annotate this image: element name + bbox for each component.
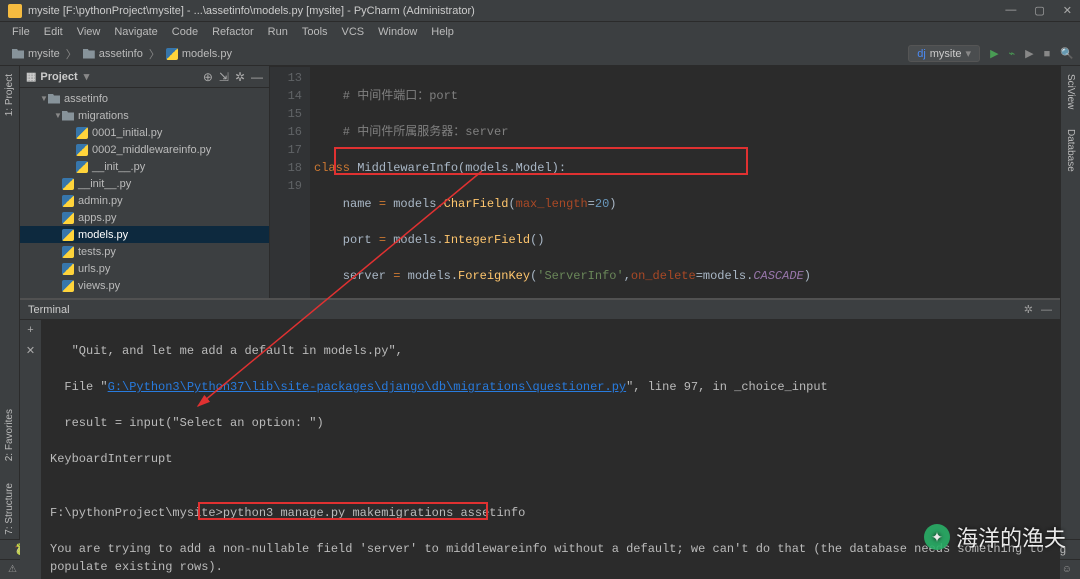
folder-icon	[48, 94, 60, 104]
project-tool-button[interactable]: 1: Project	[3, 70, 16, 120]
run-icon[interactable]: ▶	[990, 47, 998, 60]
project-title: Project	[40, 71, 77, 83]
left-toolwindow-bar: 1: Project 2: Favorites 7: Structure	[0, 66, 20, 539]
tree-item[interactable]: urls.py	[20, 260, 269, 277]
highlight-box-code	[334, 147, 748, 175]
tree-item[interactable]: ▼assetinfo	[20, 90, 269, 107]
python-file-icon	[76, 161, 88, 173]
sciview-tool-button[interactable]: SciView	[1064, 70, 1077, 113]
highlight-box-cmd	[198, 502, 488, 520]
tree-item[interactable]: models.py	[20, 226, 269, 243]
close-session-icon[interactable]: ✕	[26, 344, 35, 357]
project-panel: ▦Project▾ ⊕ ⇲ ✲ — ▼assetinfo▼migrations0…	[20, 66, 270, 298]
menu-code[interactable]: Code	[166, 24, 204, 40]
python-file-icon	[62, 212, 74, 224]
debug-icon[interactable]: ⌁	[1009, 47, 1016, 60]
hide-icon[interactable]: —	[251, 70, 263, 84]
titlebar: mysite [F:\pythonProject\mysite] - ...\a…	[0, 0, 1080, 22]
python-file-icon	[62, 195, 74, 207]
menu-window[interactable]: Window	[372, 24, 423, 40]
run-config-selector[interactable]: dj mysite ▾	[908, 45, 980, 62]
menu-run[interactable]: Run	[262, 24, 294, 40]
tree-item[interactable]: __init__.py	[20, 158, 269, 175]
project-tree[interactable]: ▼assetinfo▼migrations0001_initial.py0002…	[20, 88, 269, 298]
tree-item[interactable]: 0001_initial.py	[20, 124, 269, 141]
terminal-side-toolbar: + ✕	[20, 320, 42, 579]
menu-navigate[interactable]: Navigate	[108, 24, 163, 40]
python-file-icon	[76, 144, 88, 156]
search-icon[interactable]: 🔍	[1060, 47, 1074, 60]
menu-vcs[interactable]: VCS	[336, 24, 371, 40]
navbar: mysite 〉 assetinfo 〉 models.py dj mysite…	[0, 42, 1080, 66]
hector-icon[interactable]: ☺	[1062, 564, 1072, 575]
python-file-icon	[62, 263, 74, 275]
tree-item[interactable]: ▼migrations	[20, 107, 269, 124]
tree-item[interactable]: tests.py	[20, 243, 269, 260]
menu-edit[interactable]: Edit	[38, 24, 69, 40]
window-title: mysite [F:\pythonProject\mysite] - ...\a…	[28, 5, 1005, 17]
favorites-tool-button[interactable]: 2: Favorites	[3, 405, 16, 465]
tree-item[interactable]: admin.py	[20, 192, 269, 209]
breadcrumb[interactable]: mysite 〉 assetinfo 〉 models.py	[6, 46, 238, 62]
menu-file[interactable]: File	[6, 24, 36, 40]
database-tool-button[interactable]: Database	[1064, 125, 1077, 176]
tree-item[interactable]: views.py	[20, 277, 269, 294]
python-file-icon	[62, 229, 74, 241]
folder-icon	[83, 49, 95, 59]
tree-item[interactable]: apps.py	[20, 209, 269, 226]
menu-refactor[interactable]: Refactor	[206, 24, 260, 40]
folder-icon	[62, 111, 74, 121]
wechat-icon: ✦	[924, 524, 950, 550]
terminal-hide-icon[interactable]: —	[1041, 304, 1052, 316]
python-file-icon	[62, 178, 74, 190]
settings-icon[interactable]: ✲	[235, 70, 245, 84]
status-warning-icon: ⚠	[8, 564, 17, 575]
menu-help[interactable]: Help	[425, 24, 460, 40]
stop-icon[interactable]: ■	[1044, 48, 1051, 60]
watermark: ✦ 海洋的渔夫	[924, 521, 1066, 553]
right-toolwindow-bar: SciView Database	[1060, 66, 1080, 539]
python-file-icon	[166, 48, 178, 60]
scroll-from-source-icon[interactable]: ⊕	[203, 70, 213, 84]
python-file-icon	[62, 280, 74, 292]
terminal-title: Terminal	[28, 304, 1016, 316]
maximize-icon[interactable]: ▢	[1034, 4, 1044, 17]
python-file-icon	[62, 246, 74, 258]
menubar: File Edit View Navigate Code Refactor Ru…	[0, 22, 1080, 42]
terminal-settings-icon[interactable]: ✲	[1024, 303, 1033, 316]
close-icon[interactable]: ✕	[1063, 4, 1072, 17]
folder-icon	[12, 49, 24, 59]
minimize-icon[interactable]: —	[1005, 4, 1016, 17]
python-file-icon	[76, 127, 88, 139]
terminal-output[interactable]: "Quit, and let me add a default in model…	[42, 320, 1060, 579]
tree-item[interactable]: 0002_middlewareinfo.py	[20, 141, 269, 158]
app-icon	[8, 4, 22, 18]
menu-view[interactable]: View	[71, 24, 107, 40]
menu-tools[interactable]: Tools	[296, 24, 334, 40]
collapse-all-icon[interactable]: ⇲	[219, 70, 229, 84]
tree-item[interactable]: __init__.py	[20, 175, 269, 192]
coverage-icon[interactable]: ▶	[1025, 47, 1033, 60]
new-session-icon[interactable]: +	[27, 324, 33, 336]
structure-tool-button[interactable]: 7: Structure	[3, 479, 16, 539]
